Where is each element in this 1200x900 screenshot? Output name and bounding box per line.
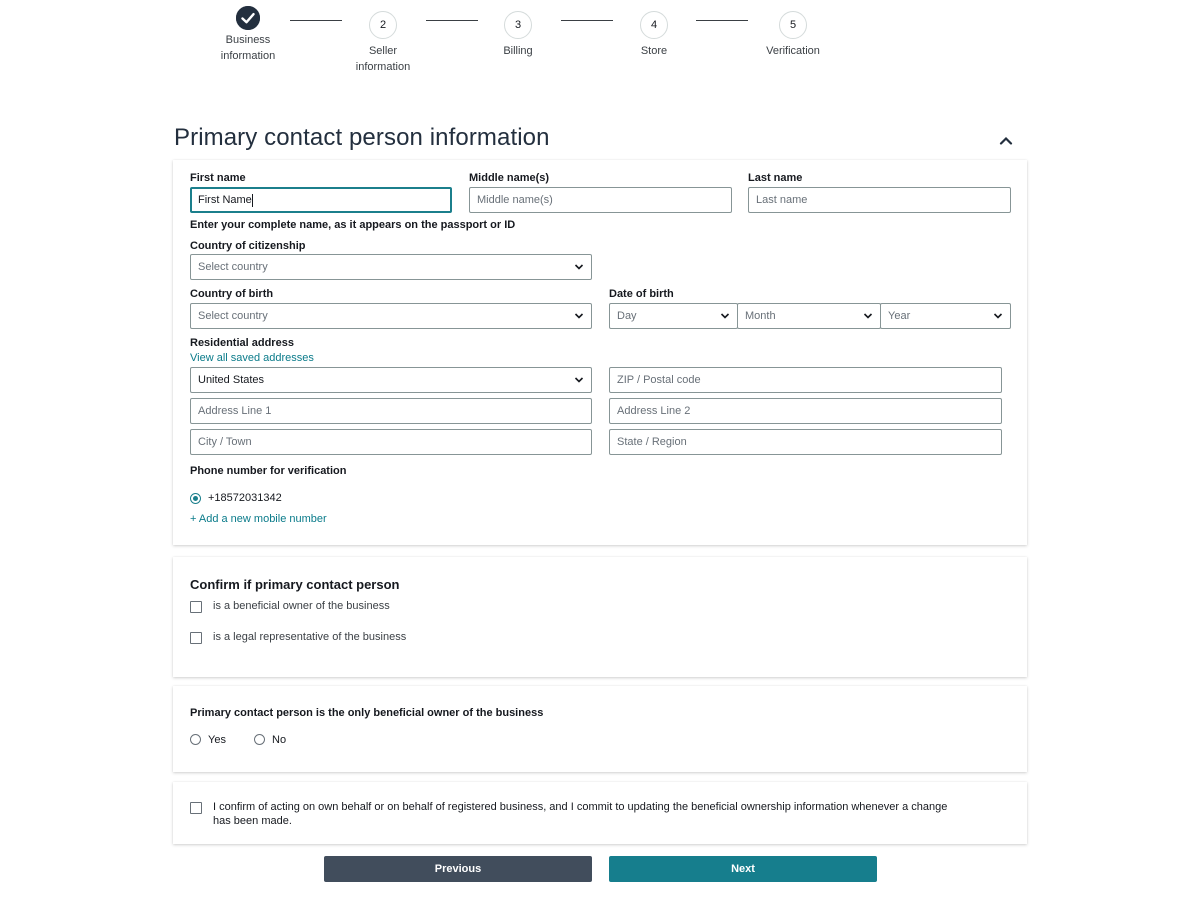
first-name-label: First name (190, 172, 246, 184)
legal-representative-label: is a legal representative of the busines… (213, 631, 407, 643)
chevron-down-icon (574, 264, 584, 270)
phone-label: Phone number for verification (190, 465, 347, 477)
progress-stepper: Business information 2 Seller information … (0, 6, 1200, 76)
confirm-role-heading: Confirm if primary contact person (190, 577, 400, 592)
chevron-down-icon (863, 313, 873, 319)
chevron-down-icon (574, 377, 584, 383)
step-number: 3 (504, 11, 532, 39)
step-label: Business information (220, 34, 276, 62)
address-country-select[interactable]: United States (190, 367, 592, 393)
page-title: Primary contact person information (174, 124, 550, 151)
sole-owner-no-radio[interactable] (254, 734, 265, 745)
last-name-label: Last name (748, 172, 803, 184)
dob-day-select[interactable]: Day (609, 303, 738, 329)
check-icon (236, 6, 260, 30)
view-saved-addresses-link[interactable]: View all saved addresses (190, 352, 314, 364)
address-label: Residential address (190, 337, 294, 349)
collapse-section-button[interactable] (994, 130, 1018, 150)
beneficial-owner-checkbox[interactable] (190, 601, 202, 613)
sole-owner-yes-label: Yes (208, 734, 226, 746)
sole-owner-yes-radio[interactable] (190, 734, 201, 745)
sole-owner-card: Primary contact person is the only benef… (173, 686, 1027, 772)
step-label: Seller information (355, 45, 411, 73)
citizenship-label: Country of citizenship (190, 240, 306, 252)
birth-country-select[interactable]: Select country (190, 303, 592, 329)
chevron-down-icon (574, 313, 584, 319)
middle-name-label: Middle name(s) (469, 172, 550, 184)
next-button[interactable]: Next (609, 856, 877, 882)
legal-representative-checkbox[interactable] (190, 632, 202, 644)
last-name-input[interactable]: Last name (748, 187, 1011, 213)
dob-month-select[interactable]: Month (737, 303, 881, 329)
middle-name-input[interactable]: Middle name(s) (469, 187, 732, 213)
step-label: Billing (503, 45, 533, 57)
beneficial-owner-label: is a beneficial owner of the business (213, 600, 390, 612)
step-number: 5 (779, 11, 807, 39)
step-number: 2 (369, 11, 397, 39)
city-input[interactable]: City / Town (190, 429, 592, 455)
dob-year-select[interactable]: Year (880, 303, 1011, 329)
zip-input[interactable]: ZIP / Postal code (609, 367, 1002, 393)
address-line2-input[interactable]: Address Line 2 (609, 398, 1002, 424)
step-business-information[interactable]: Business information (188, 6, 308, 64)
step-label: Store (640, 45, 668, 57)
declaration-card: I confirm of acting on own behalf or on … (173, 782, 1027, 844)
sole-owner-no-label: No (272, 734, 287, 746)
state-input[interactable]: State / Region (609, 429, 1002, 455)
step-billing[interactable]: 3 Billing (458, 11, 578, 59)
chevron-down-icon (993, 313, 1003, 319)
step-verification[interactable]: 5 Verification (733, 11, 853, 59)
previous-button[interactable]: Previous (324, 856, 592, 882)
step-seller-information[interactable]: 2 Seller information (323, 11, 443, 75)
contact-info-card: First name First Name Middle name(s) Mid… (173, 160, 1027, 545)
phone-radio[interactable] (190, 493, 201, 504)
step-number: 4 (640, 11, 668, 39)
dob-label: Date of birth (609, 288, 674, 300)
address-line1-input[interactable]: Address Line 1 (190, 398, 592, 424)
name-hint: Enter your complete name, as it appears … (190, 219, 516, 231)
declaration-text: I confirm of acting on own behalf or on … (213, 801, 948, 827)
citizenship-select[interactable]: Select country (190, 254, 592, 280)
step-label: Verification (766, 45, 820, 57)
confirm-role-card: Confirm if primary contact person is a b… (173, 557, 1027, 677)
declaration-checkbox[interactable] (190, 802, 202, 814)
add-mobile-number-link[interactable]: + Add a new mobile number (190, 513, 327, 525)
phone-number: +18572031342 (208, 492, 282, 504)
chevron-up-icon (999, 136, 1013, 145)
birth-country-label: Country of birth (190, 288, 274, 300)
chevron-down-icon (720, 313, 730, 319)
first-name-input[interactable]: First Name (190, 187, 452, 213)
step-store[interactable]: 4 Store (594, 11, 714, 59)
text-cursor (251, 193, 253, 207)
sole-owner-question: Primary contact person is the only benef… (190, 707, 544, 719)
